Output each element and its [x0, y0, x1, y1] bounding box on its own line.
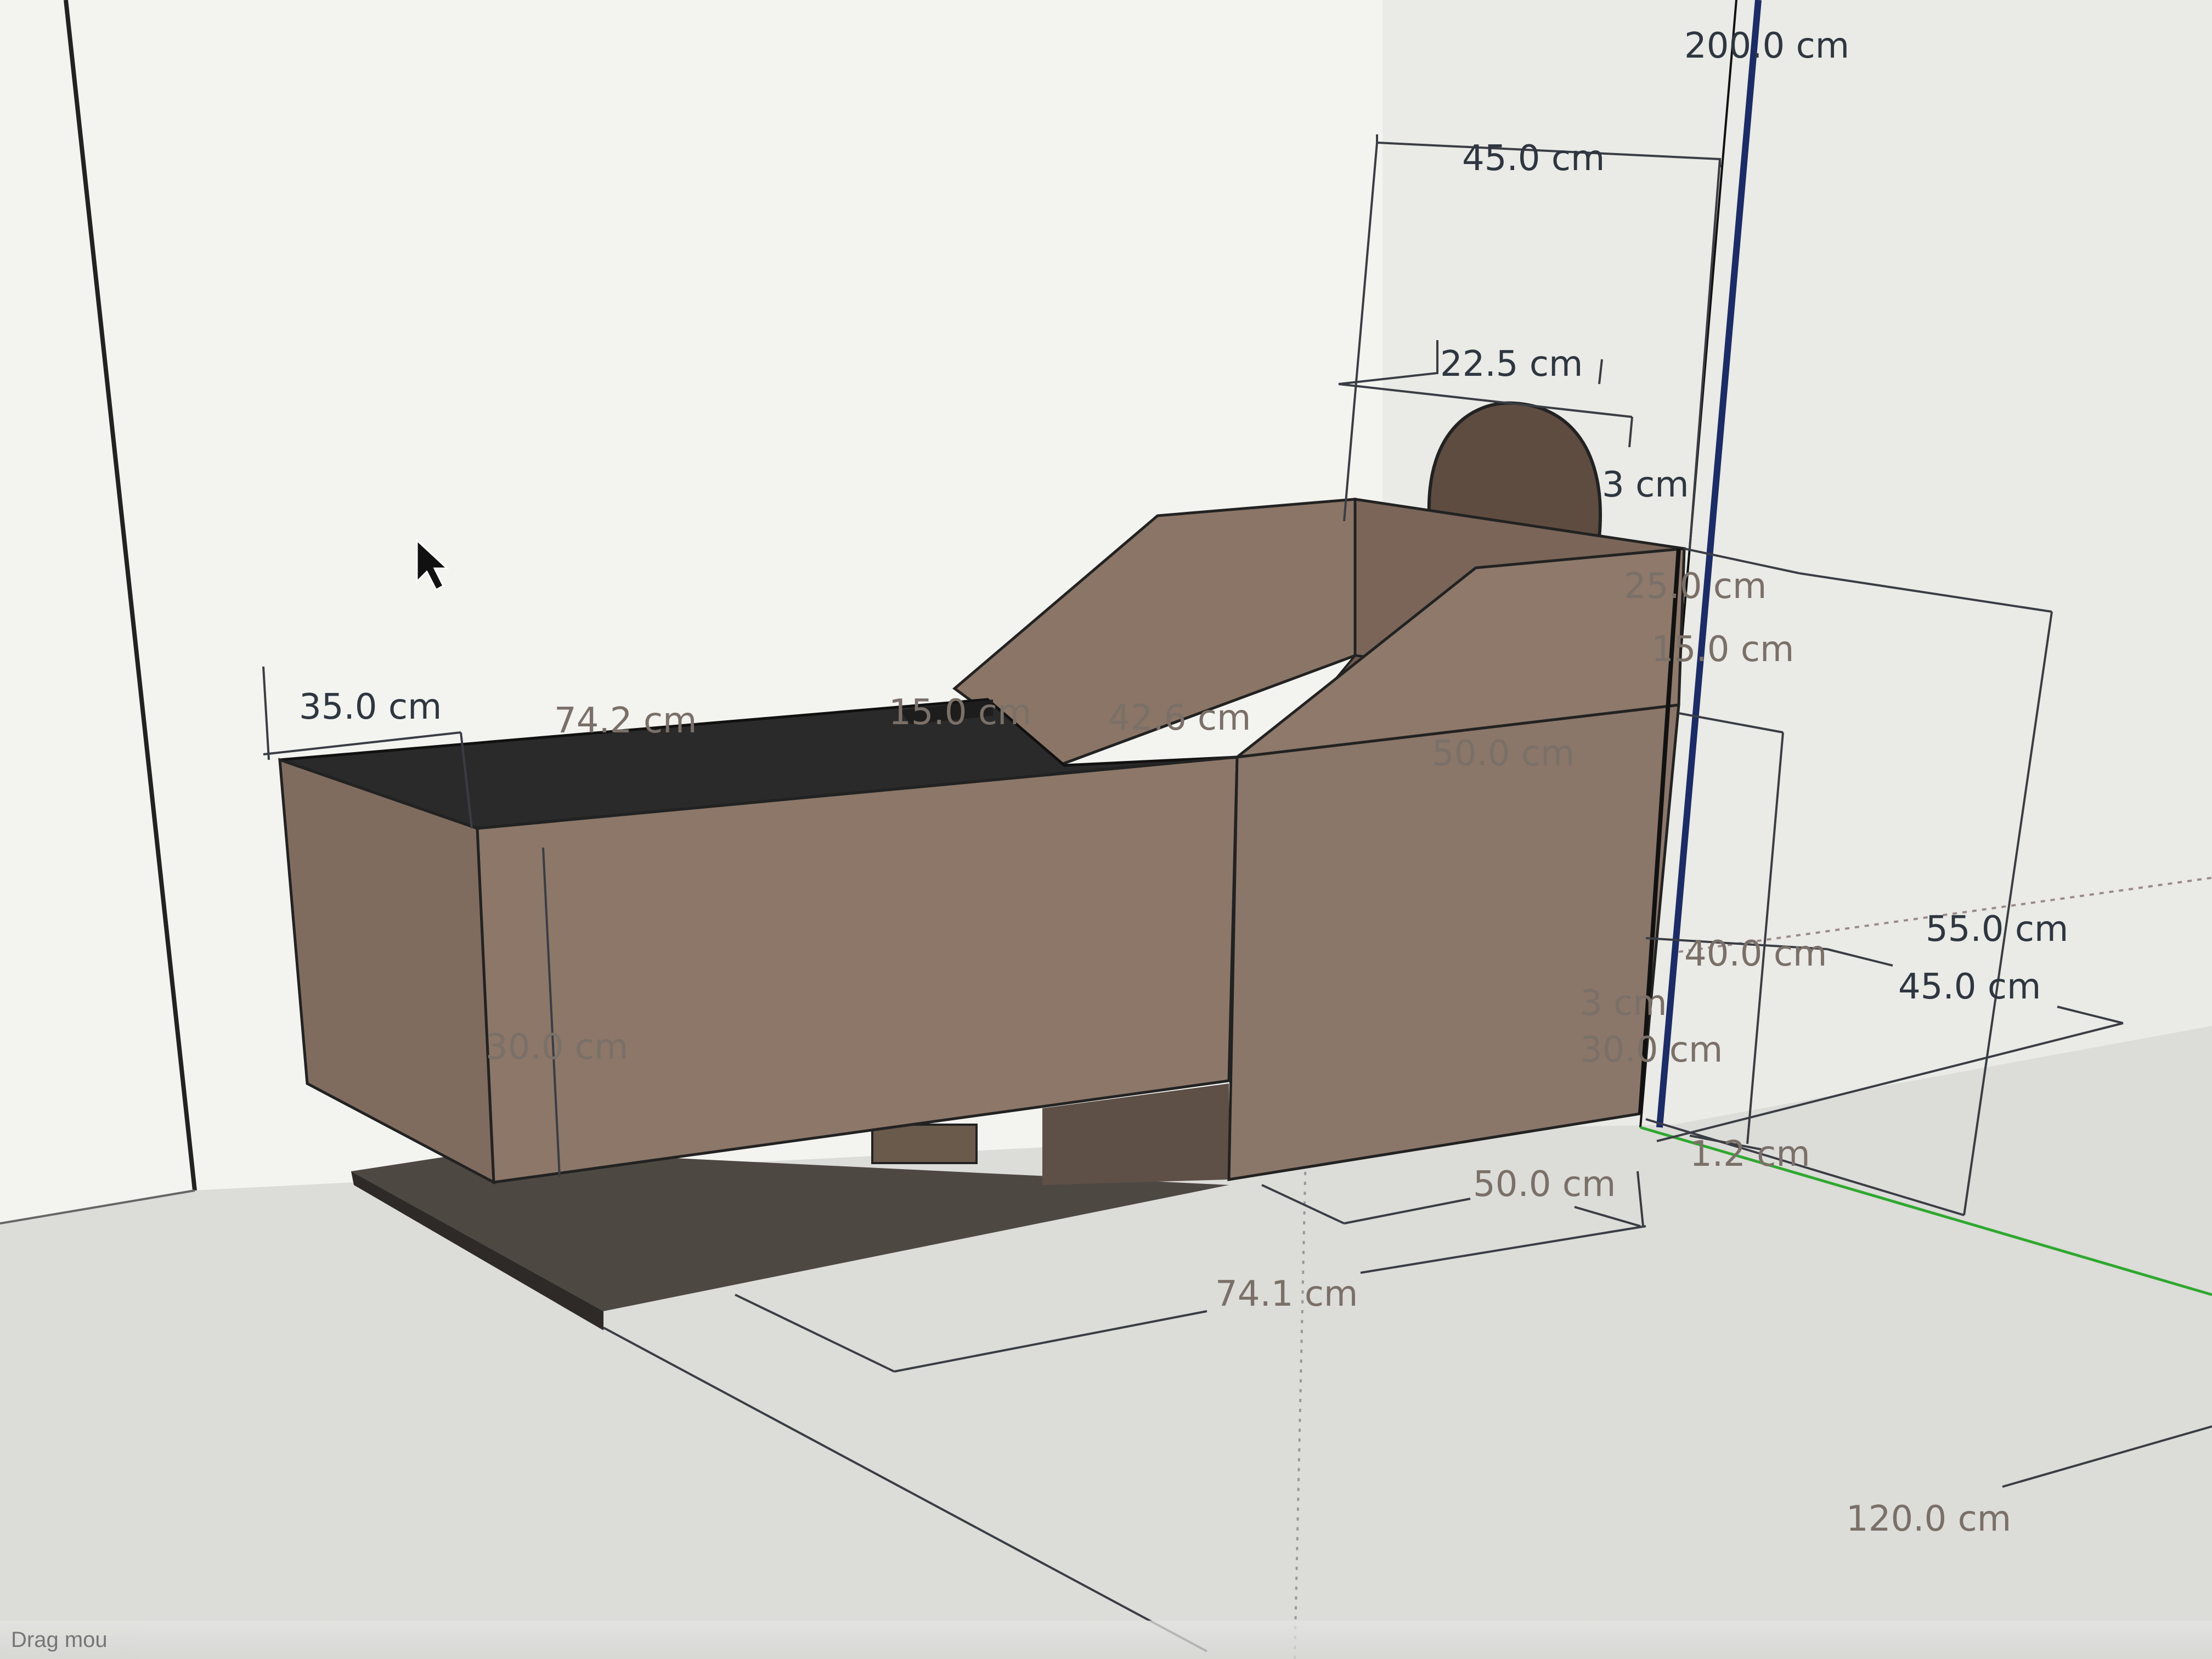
dim-base-width: 50.0 cm — [1473, 1164, 1616, 1205]
dim-small-a: 3 cm — [1580, 983, 1667, 1024]
dim-side-height-b: 55.0 cm — [1926, 909, 2068, 950]
dim-overall-height: 200.0 cm — [1684, 26, 1849, 66]
dim-head-offset: 3 cm — [1602, 465, 1689, 505]
dim-side-depth: 45.0 cm — [1898, 967, 2041, 1007]
3d-model-canvas[interactable]: 200.0 cm 45.0 cm 22.5 cm 3 cm 25.0 cm 15… — [0, 0, 2212, 1659]
dim-body-width: 50.0 cm — [1432, 733, 1575, 774]
dim-seat-front-width: 35.0 cm — [299, 687, 442, 727]
dim-backrest-depth: 25.0 cm — [1624, 566, 1767, 607]
dim-top-width: 45.0 cm — [1462, 138, 1605, 179]
dim-head-width: 22.5 cm — [1440, 344, 1583, 385]
dim-seat-depth: 42.6 cm — [1108, 698, 1251, 738]
status-bar: Drag mou — [0, 1621, 2212, 1659]
status-bar-text: Drag mou — [11, 1628, 108, 1652]
dim-base-length: 74.1 cm — [1215, 1274, 1358, 1314]
dim-side-height-a: 40.0 cm — [1684, 934, 1827, 974]
dim-front-height: 30.0 cm — [486, 1027, 628, 1068]
sketchup-viewport[interactable]: 200.0 cm 45.0 cm 22.5 cm 3 cm 25.0 cm 15… — [0, 0, 2212, 1659]
dim-small-b: 30.0 cm — [1580, 1030, 1723, 1070]
dim-floor-length: 120.0 cm — [1846, 1499, 2011, 1539]
dim-base-thickness: 1.2 cm — [1690, 1134, 1810, 1175]
body-side-face — [1227, 703, 1680, 1181]
dim-box-length: 74.2 cm — [554, 701, 697, 741]
dim-backrest-height: 15.0 cm — [1651, 629, 1794, 670]
support-block — [871, 1124, 978, 1164]
dim-slot-width: 15.0 cm — [889, 692, 1031, 733]
